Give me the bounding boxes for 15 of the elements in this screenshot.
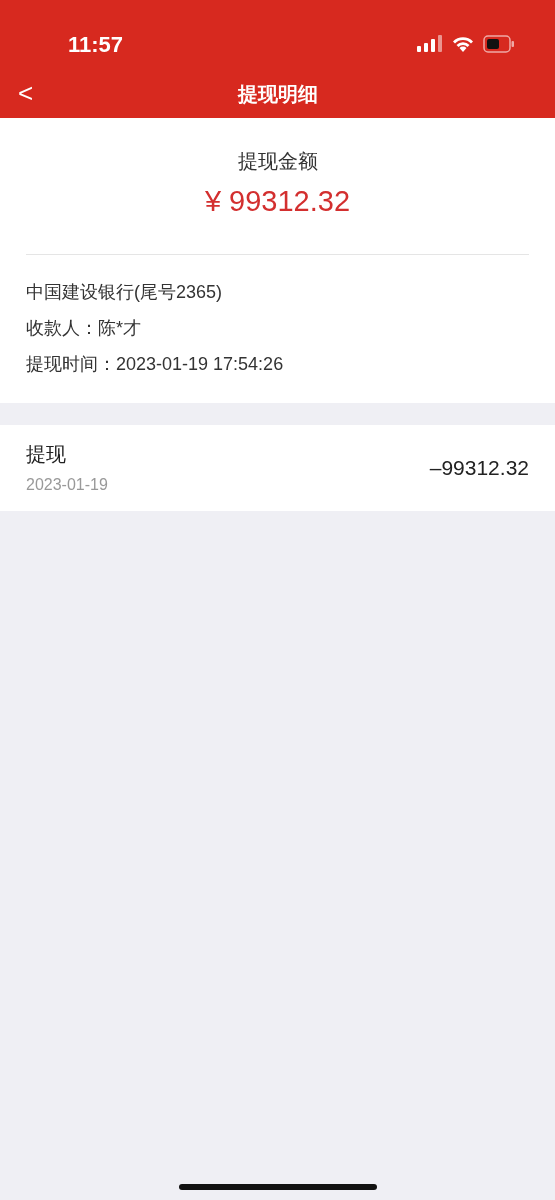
- detail-text: 收款人：陈*才: [26, 316, 142, 340]
- detail-text: 提现时间：2023-01-19 17:54:26: [26, 352, 285, 376]
- amount-label: 提现金额: [236, 149, 319, 174]
- amount-value: ¥ 99312.32: [203, 184, 352, 219]
- signal-icon: [417, 35, 443, 53]
- record-title: 提现: [26, 441, 67, 467]
- record-date: 2023-01-19: [26, 474, 108, 495]
- page-title: 提现明细: [237, 82, 318, 107]
- detail-text: 中国建设银行(尾号2365): [26, 280, 224, 304]
- wifi-icon: [451, 35, 475, 53]
- back-button[interactable]: <: [10, 76, 42, 110]
- status-time: 11:57: [68, 30, 124, 59]
- battery-icon: [483, 35, 515, 53]
- record-amount: –99312.32: [429, 454, 529, 481]
- record-row[interactable]: 提现 2023-01-19 –99312.32: [0, 424, 555, 511]
